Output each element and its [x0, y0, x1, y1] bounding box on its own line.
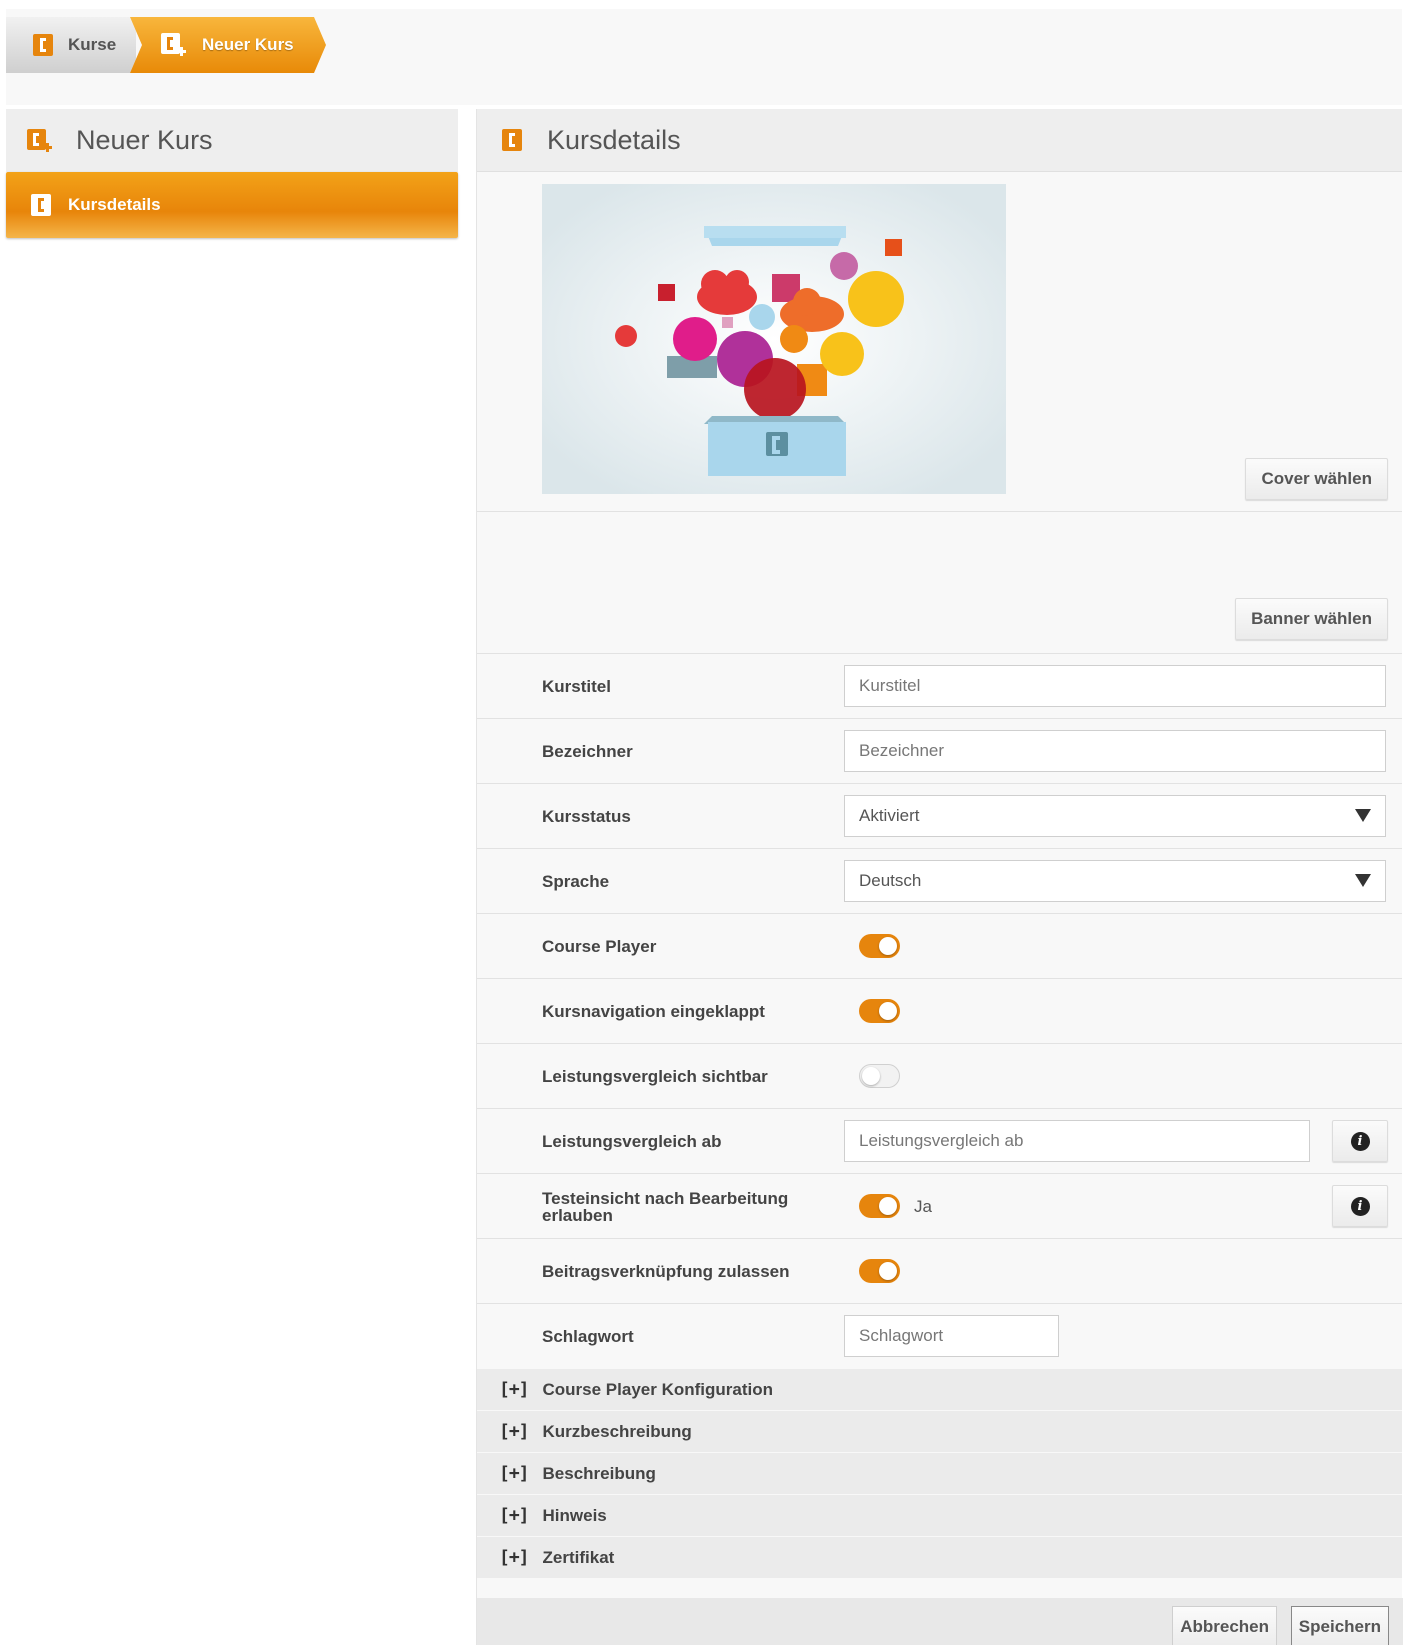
banner-section: Banner wählen — [477, 512, 1402, 654]
accordion-label: Beschreibung — [542, 1463, 656, 1483]
row-sprache: Sprache Deutsch — [477, 849, 1402, 914]
kursstatus-label: Kursstatus — [542, 807, 631, 826]
toggle-knob — [879, 937, 897, 955]
testeinsicht-label: Testeinsicht nach Bearbeitung erlauben — [542, 1188, 789, 1225]
cover-section: Cover wählen — [477, 172, 1402, 512]
testeinsicht-toggle[interactable] — [859, 1194, 900, 1218]
bezeichner-label: Bezeichner — [542, 742, 633, 761]
leistungsvergleich-info-button[interactable]: i — [1332, 1120, 1388, 1162]
cover-select-button[interactable]: Cover wählen — [1245, 458, 1388, 500]
course-icon — [32, 33, 54, 57]
kurstitel-field — [844, 665, 1386, 707]
accordion-label: Hinweis — [542, 1505, 607, 1525]
accordion-hinweis[interactable]: [+] Hinweis — [477, 1495, 1402, 1537]
bezeichner-field — [844, 730, 1386, 772]
expand-plus-icon: [+] — [499, 1421, 529, 1442]
expand-plus-icon: [+] — [499, 1379, 529, 1400]
toggle-knob — [879, 1002, 897, 1020]
breadcrumb-label: Kurse — [68, 35, 117, 54]
breadcrumb-label: Neuer Kurs — [202, 35, 294, 54]
leistungsvergleich-ab-field — [844, 1120, 1310, 1162]
testeinsicht-value: Ja — [914, 1196, 932, 1216]
banner-select-label: Banner wählen — [1251, 609, 1372, 628]
toggle-knob — [879, 1197, 897, 1215]
kurstitel-input[interactable] — [859, 676, 1385, 696]
sprache-label: Sprache — [542, 872, 610, 891]
row-schlagwort: Schlagwort — [477, 1304, 1402, 1369]
row-kursstatus: Kursstatus Aktiviert — [477, 784, 1402, 849]
kurstitel-label: Kurstitel — [542, 677, 611, 696]
save-button[interactable]: Speichern — [1290, 1606, 1389, 1645]
schlagwort-input[interactable] — [859, 1326, 1058, 1346]
bezeichner-input[interactable] — [859, 741, 1385, 761]
form-footer: Abbrechen Speichern — [477, 1598, 1403, 1645]
save-label: Speichern — [1298, 1617, 1381, 1636]
main-panel-header: Kursdetails — [477, 109, 1402, 172]
leistungsvergleich-sichtbar-toggle[interactable] — [859, 1064, 900, 1088]
chevron-down-icon — [1355, 809, 1371, 822]
kursnavigation-label: Kursnavigation eingeklappt — [542, 1002, 765, 1021]
expand-plus-icon: [+] — [499, 1463, 529, 1484]
schlagwort-label: Schlagwort — [542, 1327, 634, 1346]
main-panel: Kursdetails Cover wählen Banner wählen K… — [476, 109, 1403, 1645]
course-player-toggle[interactable] — [859, 934, 900, 958]
toggle-knob — [862, 1067, 880, 1085]
banner-select-button[interactable]: Banner wählen — [1235, 598, 1388, 640]
breadcrumb: Kurse Neuer Kurs — [6, 17, 326, 73]
kursnavigation-toggle[interactable] — [859, 999, 900, 1023]
accordion-kurzbeschreibung[interactable]: [+] Kurzbeschreibung — [477, 1411, 1402, 1453]
nav-item-label: Kursdetails — [68, 195, 161, 214]
accordion-list: [+] Course Player Konfiguration [+] Kurz… — [477, 1369, 1402, 1579]
info-icon: i — [1350, 1131, 1370, 1151]
left-panel: Neuer Kurs Kursdetails — [6, 109, 458, 238]
course-icon — [501, 128, 523, 152]
beitragsverknuepfung-toggle[interactable] — [859, 1259, 900, 1283]
beitragsverknuepfung-label: Beitragsverknüpfung zulassen — [542, 1262, 790, 1281]
accordion-zertifikat[interactable]: [+] Zertifikat — [477, 1537, 1402, 1579]
info-icon: i — [1350, 1196, 1370, 1216]
row-testeinsicht: Testeinsicht nach Bearbeitung erlauben J… — [477, 1174, 1402, 1239]
breadcrumb-item-kurse[interactable]: Kurse — [6, 17, 136, 73]
left-panel-title: Neuer Kurs — [76, 125, 213, 155]
kursstatus-value: Aktiviert — [859, 806, 920, 825]
row-beitragsverknuepfung: Beitragsverknüpfung zulassen — [477, 1239, 1402, 1304]
row-leistungsvergleich-sichtbar: Leistungsvergleich sichtbar — [477, 1044, 1402, 1109]
leistungsvergleich-sichtbar-label: Leistungsvergleich sichtbar — [542, 1067, 768, 1086]
cover-image — [542, 184, 1006, 494]
expand-plus-icon: [+] — [499, 1547, 529, 1568]
row-kursnavigation: Kursnavigation eingeklappt — [477, 979, 1402, 1044]
leistungsvergleich-ab-input[interactable] — [859, 1131, 1309, 1151]
sprache-select[interactable]: Deutsch — [844, 860, 1386, 902]
leistungsvergleich-ab-label: Leistungsvergleich ab — [542, 1132, 722, 1151]
accordion-label: Zertifikat — [542, 1547, 615, 1567]
toggle-knob — [879, 1262, 897, 1280]
course-player-label: Course Player — [542, 937, 657, 956]
cancel-label: Abbrechen — [1180, 1617, 1269, 1636]
page-title: Kursdetails — [547, 124, 681, 155]
cover-select-label: Cover wählen — [1261, 469, 1372, 488]
row-course-player: Course Player — [477, 914, 1402, 979]
new-course-icon — [26, 128, 54, 154]
accordion-label: Course Player Konfiguration — [542, 1379, 773, 1399]
accordion-beschreibung[interactable]: [+] Beschreibung — [477, 1453, 1402, 1495]
row-leistungsvergleich-ab: Leistungsvergleich ab i — [477, 1109, 1402, 1174]
testeinsicht-info-button[interactable]: i — [1332, 1185, 1388, 1227]
accordion-label: Kurzbeschreibung — [542, 1421, 692, 1441]
chevron-down-icon — [1355, 874, 1371, 887]
cancel-button[interactable]: Abbrechen — [1172, 1606, 1277, 1645]
sprache-value: Deutsch — [859, 871, 922, 890]
row-bezeichner: Bezeichner — [477, 719, 1402, 784]
nav-item-kursdetails[interactable]: Kursdetails — [6, 172, 458, 238]
accordion-course-player-konfiguration[interactable]: [+] Course Player Konfiguration — [477, 1369, 1402, 1411]
kursstatus-select[interactable]: Aktiviert — [844, 795, 1386, 837]
course-icon — [30, 193, 52, 217]
expand-plus-icon: [+] — [499, 1505, 529, 1526]
left-panel-header: Neuer Kurs — [6, 109, 458, 172]
row-kurstitel: Kurstitel — [477, 654, 1402, 719]
new-course-icon — [160, 32, 188, 58]
schlagwort-field — [844, 1315, 1059, 1357]
breadcrumb-item-neuer-kurs[interactable]: Neuer Kurs — [130, 17, 326, 73]
